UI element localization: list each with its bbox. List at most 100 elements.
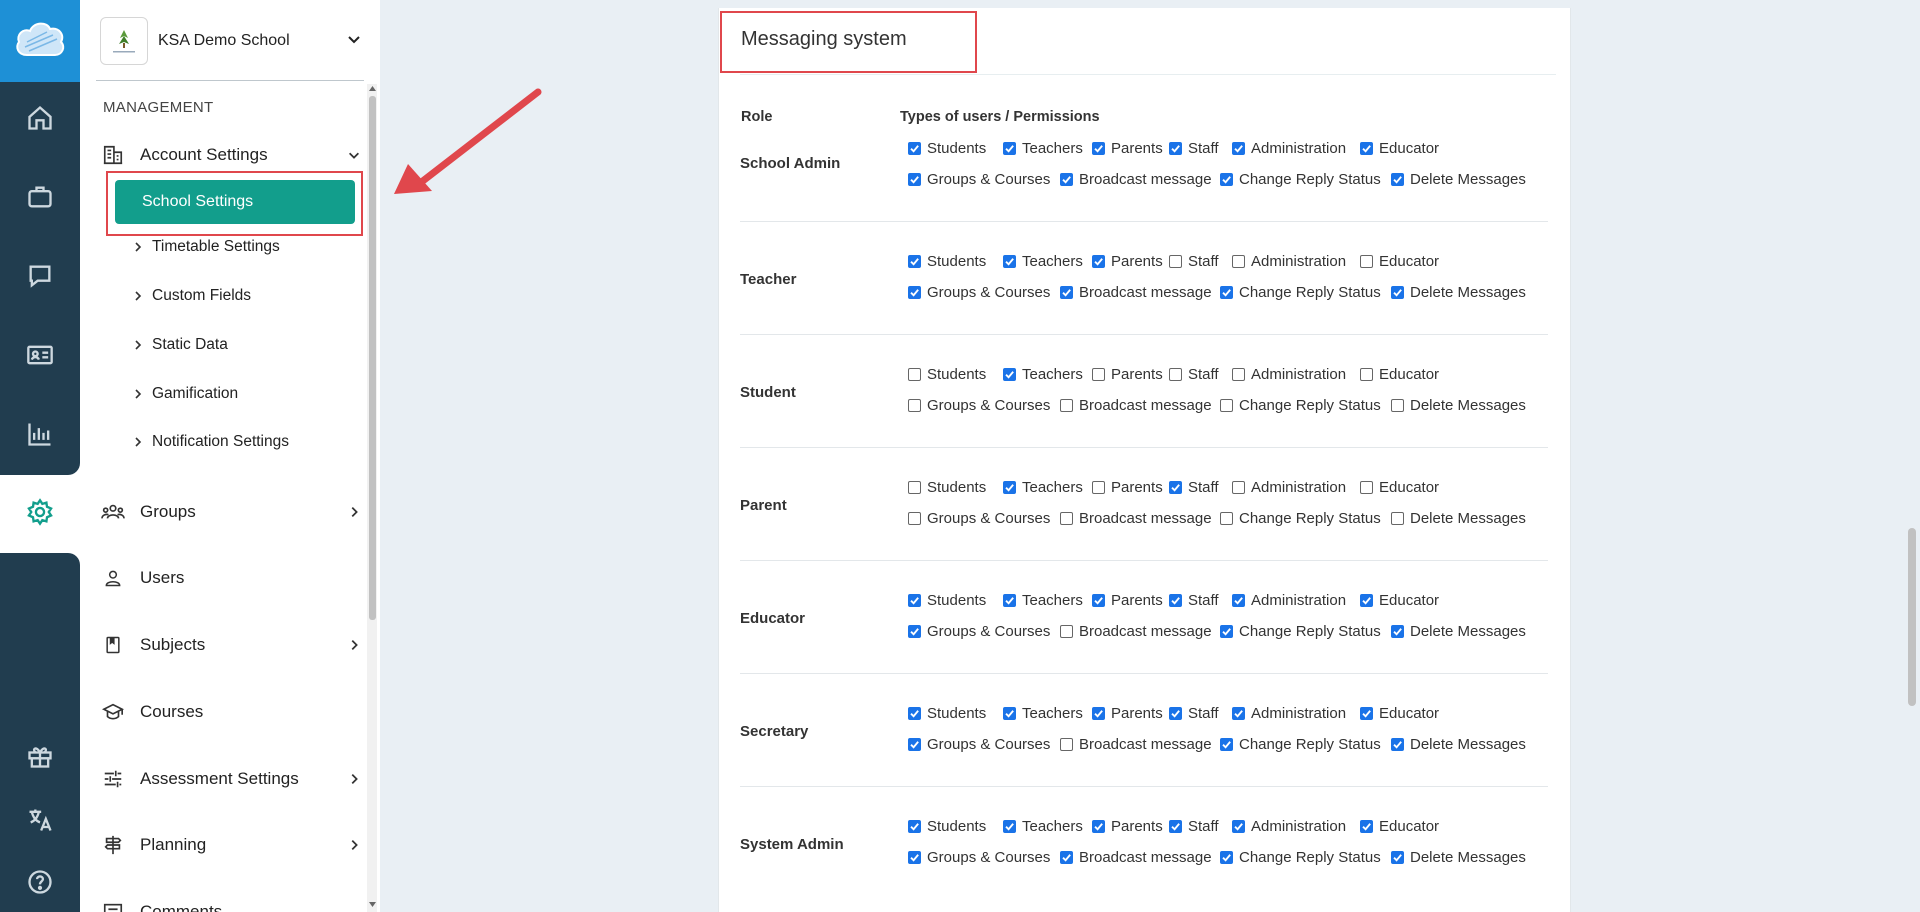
permission-checkbox-educator[interactable]: Educator [1360, 818, 1439, 835]
scroll-down-arrow-icon[interactable] [368, 900, 377, 909]
briefcase-icon[interactable] [22, 179, 58, 215]
settings-gear-icon[interactable] [22, 494, 58, 530]
checkbox-checked[interactable] [908, 707, 921, 720]
permission-checkbox-broadcast-message[interactable]: Broadcast message [1060, 284, 1212, 301]
checkbox-unchecked[interactable] [1060, 738, 1073, 751]
checkbox-unchecked[interactable] [1232, 255, 1245, 268]
checkbox-checked[interactable] [1169, 707, 1182, 720]
checkbox-checked[interactable] [1060, 173, 1073, 186]
help-icon[interactable] [22, 864, 58, 900]
permission-checkbox-administration[interactable]: Administration [1232, 140, 1346, 157]
checkbox-checked[interactable] [1092, 820, 1105, 833]
permission-checkbox-teachers[interactable]: Teachers [1003, 253, 1083, 270]
permission-checkbox-change-reply-status[interactable]: Change Reply Status [1220, 849, 1381, 866]
permission-checkbox-broadcast-message[interactable]: Broadcast message [1060, 171, 1212, 188]
permission-checkbox-staff[interactable]: Staff [1169, 818, 1219, 835]
permission-checkbox-students[interactable]: Students [908, 366, 986, 383]
checkbox-checked[interactable] [1391, 625, 1404, 638]
permission-checkbox-educator[interactable]: Educator [1360, 592, 1439, 609]
checkbox-checked[interactable] [1232, 820, 1245, 833]
nav-gamification[interactable]: Gamification [132, 381, 238, 407]
permission-checkbox-teachers[interactable]: Teachers [1003, 592, 1083, 609]
checkbox-checked[interactable] [1220, 625, 1233, 638]
permission-checkbox-staff[interactable]: Staff [1169, 253, 1219, 270]
permission-checkbox-educator[interactable]: Educator [1360, 140, 1439, 157]
permission-checkbox-parents[interactable]: Parents [1092, 140, 1163, 157]
permission-checkbox-staff[interactable]: Staff [1169, 366, 1219, 383]
checkbox-checked[interactable] [1060, 286, 1073, 299]
permission-checkbox-students[interactable]: Students [908, 479, 986, 496]
checkbox-checked[interactable] [1092, 255, 1105, 268]
nav-planning[interactable]: Planning [100, 825, 370, 865]
checkbox-unchecked[interactable] [1391, 399, 1404, 412]
permission-checkbox-groups-courses[interactable]: Groups & Courses [908, 397, 1050, 414]
checkbox-checked[interactable] [1232, 594, 1245, 607]
checkbox-unchecked[interactable] [1391, 512, 1404, 525]
permission-checkbox-educator[interactable]: Educator [1360, 366, 1439, 383]
permission-checkbox-change-reply-status[interactable]: Change Reply Status [1220, 510, 1381, 527]
checkbox-checked[interactable] [908, 173, 921, 186]
nav-groups[interactable]: Groups [100, 492, 370, 532]
checkbox-checked[interactable] [908, 594, 921, 607]
checkbox-unchecked[interactable] [1169, 255, 1182, 268]
checkbox-checked[interactable] [1391, 173, 1404, 186]
checkbox-checked[interactable] [908, 820, 921, 833]
permission-checkbox-teachers[interactable]: Teachers [1003, 705, 1083, 722]
checkbox-unchecked[interactable] [908, 481, 921, 494]
sidebar-scrollbar-thumb[interactable] [369, 96, 376, 620]
school-selector[interactable]: KSA Demo School [100, 16, 362, 66]
scroll-up-arrow-icon[interactable] [368, 84, 377, 93]
id-card-icon[interactable] [22, 337, 58, 373]
checkbox-checked[interactable] [908, 255, 921, 268]
checkbox-checked[interactable] [1391, 286, 1404, 299]
checkbox-checked[interactable] [1220, 286, 1233, 299]
checkbox-unchecked[interactable] [1360, 481, 1373, 494]
permission-checkbox-administration[interactable]: Administration [1232, 705, 1346, 722]
permission-checkbox-parents[interactable]: Parents [1092, 818, 1163, 835]
checkbox-checked[interactable] [1003, 820, 1016, 833]
checkbox-unchecked[interactable] [1169, 368, 1182, 381]
checkbox-checked[interactable] [1169, 594, 1182, 607]
permission-checkbox-parents[interactable]: Parents [1092, 592, 1163, 609]
nav-users[interactable]: Users [100, 558, 370, 598]
permission-checkbox-delete-messages[interactable]: Delete Messages [1391, 623, 1526, 640]
chat-icon[interactable] [22, 258, 58, 294]
checkbox-checked[interactable] [1220, 851, 1233, 864]
checkbox-checked[interactable] [1391, 851, 1404, 864]
permission-checkbox-change-reply-status[interactable]: Change Reply Status [1220, 284, 1381, 301]
permission-checkbox-students[interactable]: Students [908, 705, 986, 722]
permission-checkbox-staff[interactable]: Staff [1169, 479, 1219, 496]
checkbox-checked[interactable] [1169, 142, 1182, 155]
checkbox-checked[interactable] [1003, 368, 1016, 381]
permission-checkbox-administration[interactable]: Administration [1232, 479, 1346, 496]
checkbox-checked[interactable] [1360, 820, 1373, 833]
permission-checkbox-groups-courses[interactable]: Groups & Courses [908, 510, 1050, 527]
checkbox-unchecked[interactable] [908, 399, 921, 412]
permission-checkbox-change-reply-status[interactable]: Change Reply Status [1220, 623, 1381, 640]
permission-checkbox-delete-messages[interactable]: Delete Messages [1391, 849, 1526, 866]
permission-checkbox-teachers[interactable]: Teachers [1003, 818, 1083, 835]
checkbox-unchecked[interactable] [1360, 368, 1373, 381]
checkbox-unchecked[interactable] [908, 512, 921, 525]
page-scrollbar-thumb[interactable] [1908, 528, 1916, 706]
permission-checkbox-administration[interactable]: Administration [1232, 592, 1346, 609]
permission-checkbox-parents[interactable]: Parents [1092, 705, 1163, 722]
permission-checkbox-administration[interactable]: Administration [1232, 253, 1346, 270]
checkbox-checked[interactable] [1232, 142, 1245, 155]
nav-timetable-settings[interactable]: Timetable Settings [132, 234, 280, 260]
permission-checkbox-delete-messages[interactable]: Delete Messages [1391, 736, 1526, 753]
permission-checkbox-groups-courses[interactable]: Groups & Courses [908, 171, 1050, 188]
checkbox-unchecked[interactable] [1220, 399, 1233, 412]
nav-static-data[interactable]: Static Data [132, 332, 228, 358]
checkbox-checked[interactable] [1360, 142, 1373, 155]
checkbox-checked[interactable] [1360, 707, 1373, 720]
nav-custom-fields[interactable]: Custom Fields [132, 283, 251, 309]
permission-checkbox-parents[interactable]: Parents [1092, 366, 1163, 383]
checkbox-checked[interactable] [908, 625, 921, 638]
permission-checkbox-students[interactable]: Students [908, 818, 986, 835]
permission-checkbox-change-reply-status[interactable]: Change Reply Status [1220, 736, 1381, 753]
nav-account-settings[interactable]: Account Settings [100, 135, 370, 175]
translate-icon[interactable] [22, 802, 58, 838]
checkbox-checked[interactable] [1060, 851, 1073, 864]
permission-checkbox-students[interactable]: Students [908, 140, 986, 157]
